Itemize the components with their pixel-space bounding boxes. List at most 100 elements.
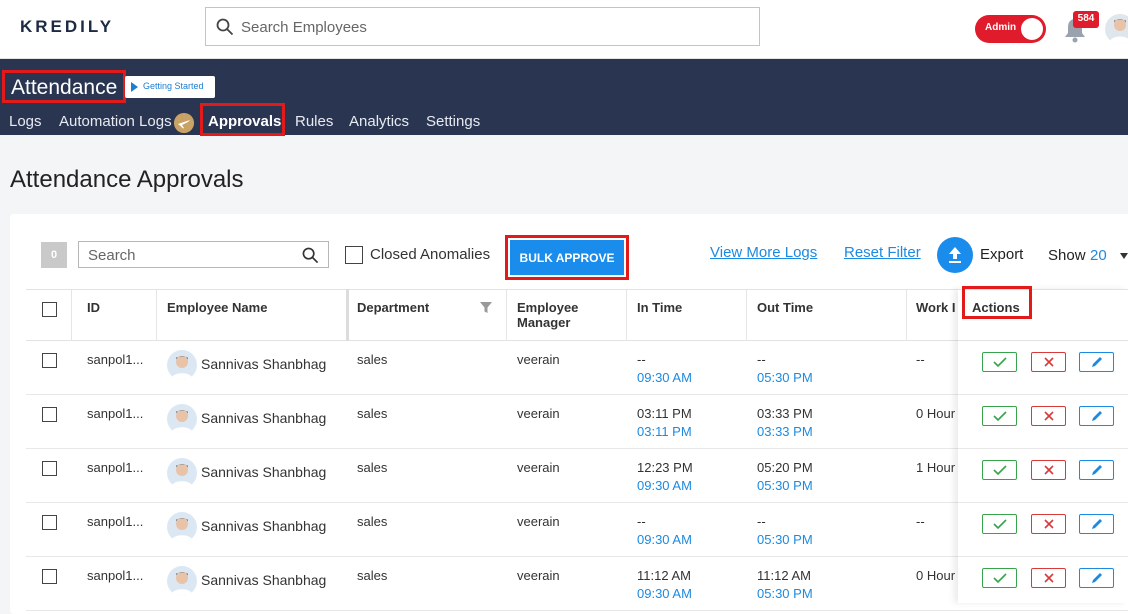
table-row: sanpol1... Sannivas Shanbhag sales veera… [26, 449, 1128, 503]
row-checkbox[interactable] [42, 407, 57, 422]
out-time-actual: 03:33 PM [757, 406, 813, 421]
pencil-icon [1092, 573, 1102, 583]
row-checkbox[interactable] [42, 353, 57, 368]
upload-icon [949, 247, 961, 263]
approve-button[interactable] [982, 568, 1017, 588]
cell-department: sales [357, 460, 388, 475]
search-icon [216, 18, 234, 36]
approve-button[interactable] [982, 406, 1017, 426]
reject-button[interactable] [1031, 514, 1066, 534]
in-time-scheduled: 09:30 AM [637, 532, 692, 547]
in-time-actual: 12:23 PM [637, 460, 693, 475]
export-label[interactable]: Export [980, 246, 1023, 263]
pencil-icon [1092, 465, 1102, 475]
notification-count-badge: 584 [1073, 11, 1099, 28]
search-icon[interactable] [302, 247, 319, 264]
section-title: Attendance Approvals [10, 166, 244, 193]
edit-button[interactable] [1079, 406, 1114, 426]
row-checkbox[interactable] [42, 461, 57, 476]
actions-header-highlight [962, 286, 1032, 319]
cell-department: sales [357, 352, 388, 367]
close-icon [1044, 465, 1054, 475]
cell-manager: veerain [517, 352, 560, 367]
edit-button[interactable] [1079, 514, 1114, 534]
approvals-search[interactable] [78, 241, 329, 268]
table-row: sanpol1... Sannivas Shanbhag sales veera… [26, 503, 1128, 557]
column-header-work[interactable]: Work I [916, 300, 956, 315]
approve-button[interactable] [982, 352, 1017, 372]
avatar [167, 458, 197, 488]
cell-employee-name[interactable]: Sannivas Shanbhag [201, 518, 326, 534]
reject-button[interactable] [1031, 406, 1066, 426]
approve-button[interactable] [982, 460, 1017, 480]
cell-work: 0 Hour [916, 406, 956, 421]
cell-manager: veerain [517, 568, 560, 583]
reject-button[interactable] [1031, 568, 1066, 588]
cell-in-time: -- 09:30 AM [637, 513, 692, 549]
page-size-select[interactable]: 20 [1090, 247, 1107, 264]
kredily-logo[interactable]: KREDILY [20, 17, 114, 37]
avatar [167, 404, 197, 434]
employee-search[interactable] [205, 7, 760, 46]
filter-icon[interactable] [479, 301, 493, 314]
cell-work: -- [916, 514, 925, 529]
cell-work: 1 Hour [916, 460, 956, 475]
cell-id: sanpol1... [87, 514, 144, 529]
out-time-scheduled: 05:30 PM [757, 532, 813, 547]
cell-employee-name[interactable]: Sannivas Shanbhag [201, 410, 326, 426]
out-time-actual: 11:12 AM [757, 568, 811, 583]
column-header-id[interactable]: ID [87, 300, 100, 315]
cell-employee-name[interactable]: Sannivas Shanbhag [201, 356, 326, 372]
in-time-scheduled: 09:30 AM [637, 586, 692, 601]
approve-button[interactable] [982, 514, 1017, 534]
table-row: sanpol1... Sannivas Shanbhag sales veera… [26, 341, 1128, 395]
pencil-icon [1092, 357, 1102, 367]
tab-rules[interactable]: Rules [295, 113, 333, 130]
row-checkbox[interactable] [42, 515, 57, 530]
tab-logs[interactable]: Logs [9, 113, 42, 130]
cell-department: sales [357, 568, 388, 583]
column-header-out-time[interactable]: Out Time [757, 300, 813, 315]
tab-automation-logs[interactable]: Automation Logs [59, 113, 172, 130]
check-icon [993, 411, 1007, 422]
admin-toggle[interactable]: Admin [975, 15, 1046, 43]
view-more-logs-link[interactable]: View More Logs [710, 244, 817, 261]
employee-search-input[interactable] [241, 15, 741, 39]
avatar [167, 512, 197, 542]
tab-settings[interactable]: Settings [426, 113, 480, 130]
cell-out-time: 11:12 AM 05:30 PM [757, 567, 813, 603]
bulk-approve-button[interactable]: BULK APPROVE [510, 240, 624, 275]
row-checkbox[interactable] [42, 569, 57, 584]
cell-work: 0 Hour [916, 568, 956, 583]
tab-analytics[interactable]: Analytics [349, 113, 409, 130]
cell-employee-name[interactable]: Sannivas Shanbhag [201, 572, 326, 588]
cell-out-time: -- 05:30 PM [757, 351, 813, 387]
select-all-checkbox[interactable] [42, 302, 57, 317]
closed-anomalies-checkbox[interactable] [345, 246, 363, 264]
reject-button[interactable] [1031, 460, 1066, 480]
out-time-actual: 05:20 PM [757, 460, 813, 475]
column-header-employee-name[interactable]: Employee Name [167, 300, 267, 315]
edit-button[interactable] [1079, 352, 1114, 372]
page-title: Attendance [2, 70, 127, 103]
chevron-down-icon[interactable] [1120, 253, 1128, 259]
column-header-department[interactable]: Department [357, 300, 429, 315]
avatar [167, 566, 197, 596]
column-header-in-time[interactable]: In Time [637, 300, 682, 315]
export-button[interactable] [937, 237, 973, 273]
cell-employee-name[interactable]: Sannivas Shanbhag [201, 464, 326, 480]
edit-button[interactable] [1079, 460, 1114, 480]
user-avatar[interactable] [1105, 14, 1128, 44]
approvals-search-input[interactable] [88, 246, 288, 264]
column-header-employee-manager[interactable]: Employee Manager [517, 300, 597, 330]
out-time-scheduled: 05:30 PM [757, 478, 813, 493]
close-icon [1044, 357, 1054, 367]
reject-button[interactable] [1031, 352, 1066, 372]
close-icon [1044, 573, 1054, 583]
show-label: Show [1048, 247, 1086, 264]
getting-started-button[interactable]: Getting Started [125, 76, 215, 98]
edit-button[interactable] [1079, 568, 1114, 588]
check-icon [993, 519, 1007, 530]
reset-filter-link[interactable]: Reset Filter [844, 244, 921, 261]
table-row: sanpol1... Sannivas Shanbhag sales veera… [26, 395, 1128, 449]
